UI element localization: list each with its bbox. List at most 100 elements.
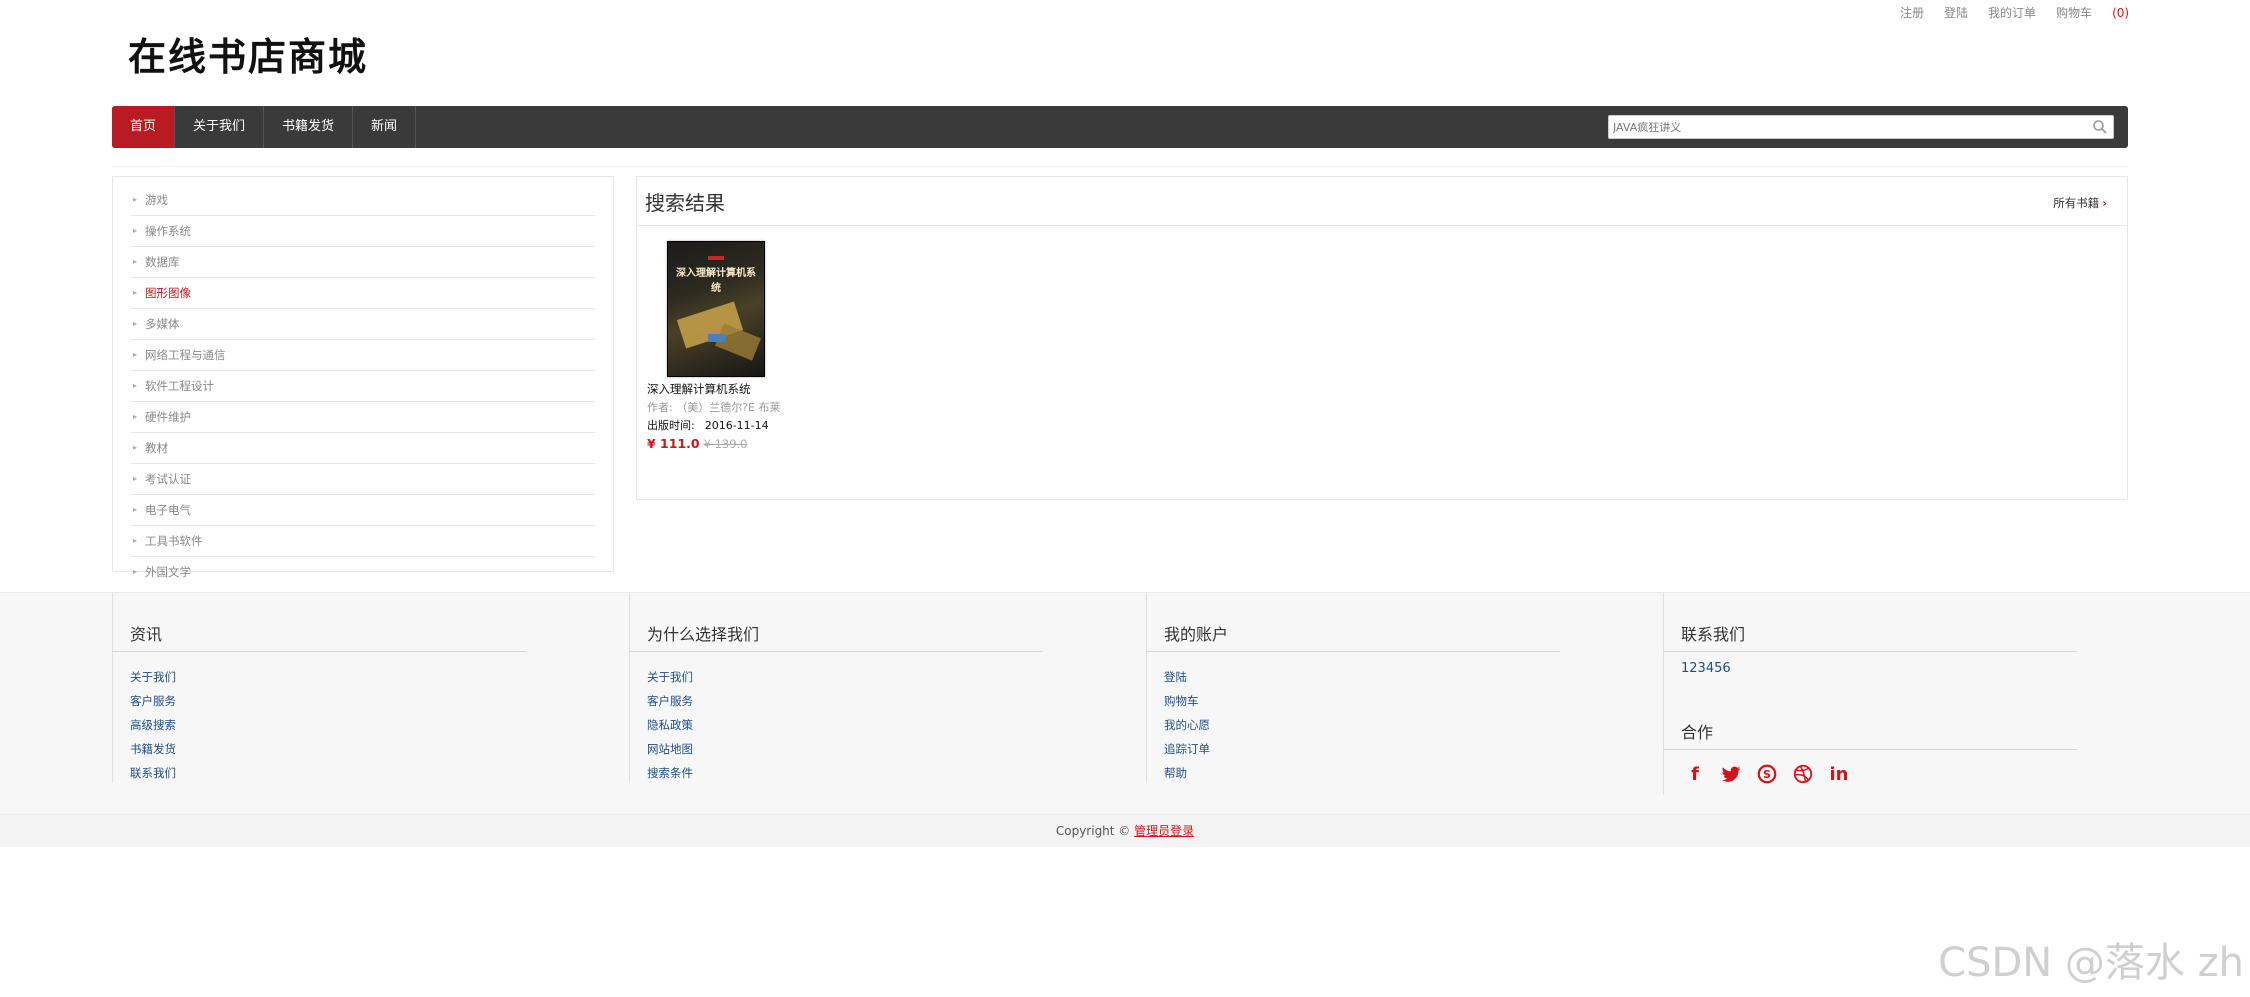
bullet-arrow-icon: ▸ — [133, 536, 138, 545]
nav-news[interactable]: 新闻 — [353, 106, 417, 148]
footer-link[interactable]: 关于我们 — [130, 665, 176, 689]
category-item[interactable]: ▸ 外国文学 — [131, 557, 595, 587]
cart-link[interactable]: 购物车 (0) — [2056, 4, 2149, 21]
bullet-arrow-icon: ▸ — [133, 319, 138, 328]
footer-col-account: 我的账户 登陆 购物车 我的心愿 追踪订单 帮助 — [1146, 593, 1566, 783]
footer-link[interactable]: 搜索条件 — [647, 761, 693, 785]
category-label: 操作系统 — [145, 224, 191, 238]
search-input[interactable] — [1609, 120, 2091, 134]
category-item[interactable]: ▸ 硬件维护 — [131, 402, 595, 433]
book-author: 作者: （美）兰德尔?E 布莱 — [647, 399, 781, 415]
footer-link[interactable]: 追踪订单 — [1164, 737, 1210, 761]
footer-underline — [112, 651, 526, 652]
watermark: CSDN @落水 zh — [1938, 940, 2244, 986]
admin-login-link[interactable]: 管理员登录 — [1134, 824, 1194, 838]
category-label: 教材 — [145, 441, 168, 455]
category-label: 网络工程与通信 — [145, 348, 226, 362]
category-item[interactable]: ▸ 电子电气 — [131, 495, 595, 526]
author-value: （美）兰德尔?E 布莱 — [676, 401, 781, 414]
all-books-link[interactable]: 所有书籍 › — [2053, 195, 2107, 211]
search-icon[interactable] — [2091, 118, 2109, 136]
category-item[interactable]: ▸ 教材 — [131, 433, 595, 464]
category-item[interactable]: ▸ 游戏 — [131, 185, 595, 216]
results-header: 搜索结果 所有书籍 › — [637, 177, 2127, 226]
site-logo[interactable]: 在线书店商城 — [128, 26, 368, 81]
bullet-arrow-icon: ▸ — [133, 381, 138, 390]
category-label: 游戏 — [145, 193, 168, 207]
footer-link[interactable]: 帮助 — [1164, 761, 1210, 785]
footer-link[interactable]: 联系我们 — [130, 761, 176, 785]
footer-link[interactable]: 书籍发货 — [130, 737, 176, 761]
footer-underline — [1146, 651, 1560, 652]
search-results-panel: 搜索结果 所有书籍 › 深入理解计算机系统 深入理解计算机系统 作者: （美）兰德… — [636, 176, 2128, 500]
footer-underline — [629, 651, 1043, 652]
footer-col-why: 为什么选择我们 关于我们 客户服务 隐私政策 网站地图 搜索条件 — [629, 593, 1049, 783]
category-label: 图形图像 — [145, 286, 191, 300]
copyright-text: Copyright © — [1055, 824, 1135, 838]
footer-link[interactable]: 购物车 — [1164, 689, 1210, 713]
footer-link[interactable]: 我的心愿 — [1164, 713, 1210, 737]
footer-link[interactable]: 登陆 — [1164, 665, 1210, 689]
category-item[interactable]: ▸ 操作系统 — [131, 216, 595, 247]
category-item[interactable]: ▸ 网络工程与通信 — [131, 340, 595, 371]
skype-icon[interactable]: S — [1755, 763, 1779, 787]
footer-links: 关于我们 客户服务 隐私政策 网站地图 搜索条件 — [647, 665, 693, 785]
category-label: 工具书软件 — [145, 534, 203, 548]
category-label: 考试认证 — [145, 472, 191, 486]
category-label: 数据库 — [145, 255, 180, 269]
main-nav: 首页 关于我们 书籍发货 新闻 — [112, 106, 2128, 148]
category-item[interactable]: ▸ 数据库 — [131, 247, 595, 278]
footer-link[interactable]: 客户服务 — [647, 689, 693, 713]
search-box — [1608, 115, 2114, 139]
date-value: 2016-11-14 — [704, 419, 769, 432]
dribbble-icon[interactable] — [1791, 763, 1815, 787]
facebook-icon[interactable]: f — [1683, 763, 1707, 787]
book-price: ¥ 111.0 ¥ 139.0 — [647, 436, 748, 451]
footer-links: 关于我们 客户服务 高级搜索 书籍发货 联系我们 — [130, 665, 176, 785]
footer-separator — [1146, 593, 1147, 783]
cart-count: (0) — [2112, 6, 2130, 20]
category-item[interactable]: ▸ 工具书软件 — [131, 526, 595, 557]
footer-link[interactable]: 高级搜索 — [130, 713, 176, 737]
bullet-arrow-icon: ▸ — [133, 474, 138, 483]
bullet-arrow-icon: ▸ — [133, 505, 138, 514]
footer-heading: 资讯 — [130, 625, 163, 644]
date-label: 出版时间: — [647, 419, 695, 432]
bullet-arrow-icon: ▸ — [133, 257, 138, 266]
nav-shipping[interactable]: 书籍发货 — [264, 106, 354, 148]
footer-underline — [1663, 651, 2077, 652]
svg-text:S: S — [1763, 768, 1771, 781]
nav-home[interactable]: 首页 — [112, 106, 176, 148]
bullet-arrow-icon: ▸ — [133, 226, 138, 235]
cooperation-heading: 合作 — [1681, 723, 1714, 742]
bullet-arrow-icon: ▸ — [133, 412, 138, 421]
category-label: 硬件维护 — [145, 410, 191, 424]
footer-link[interactable]: 客户服务 — [130, 689, 176, 713]
category-item[interactable]: ▸ 多媒体 — [131, 309, 595, 340]
footer-col-contact: 联系我们 123456 合作 f S in — [1663, 593, 2083, 795]
footer-heading: 为什么选择我们 — [647, 625, 760, 644]
cover-decoration — [714, 323, 762, 361]
footer-link[interactable]: 网站地图 — [647, 737, 693, 761]
footer-link[interactable]: 隐私政策 — [647, 713, 693, 737]
cover-decoration — [708, 334, 726, 342]
category-item[interactable]: ▸ 软件工程设计 — [131, 371, 595, 402]
footer-link[interactable]: 关于我们 — [647, 665, 693, 689]
cover-title: 深入理解计算机系统 — [676, 268, 756, 294]
twitter-icon[interactable] — [1719, 763, 1743, 787]
linkedin-icon[interactable]: in — [1827, 763, 1851, 787]
footer-separator — [112, 593, 113, 783]
book-publish-date: 出版时间: 2016-11-14 — [647, 417, 769, 433]
category-item[interactable]: ▸ 考试认证 — [131, 464, 595, 495]
register-link[interactable]: 注册 — [1900, 4, 1924, 21]
my-orders-link[interactable]: 我的订单 — [1988, 4, 2036, 21]
bullet-arrow-icon: ▸ — [133, 350, 138, 359]
book-title-link[interactable]: 深入理解计算机系统 — [647, 381, 751, 397]
category-item-active[interactable]: ▸ 图形图像 — [131, 278, 595, 309]
login-link[interactable]: 登陆 — [1944, 4, 1968, 21]
footer-heading: 联系我们 — [1681, 625, 1746, 644]
chevron-right-icon: › — [2102, 196, 2107, 210]
book-cover-image[interactable]: 深入理解计算机系统 — [667, 241, 765, 377]
nav-about[interactable]: 关于我们 — [175, 106, 265, 148]
category-label: 外国文学 — [145, 565, 191, 579]
